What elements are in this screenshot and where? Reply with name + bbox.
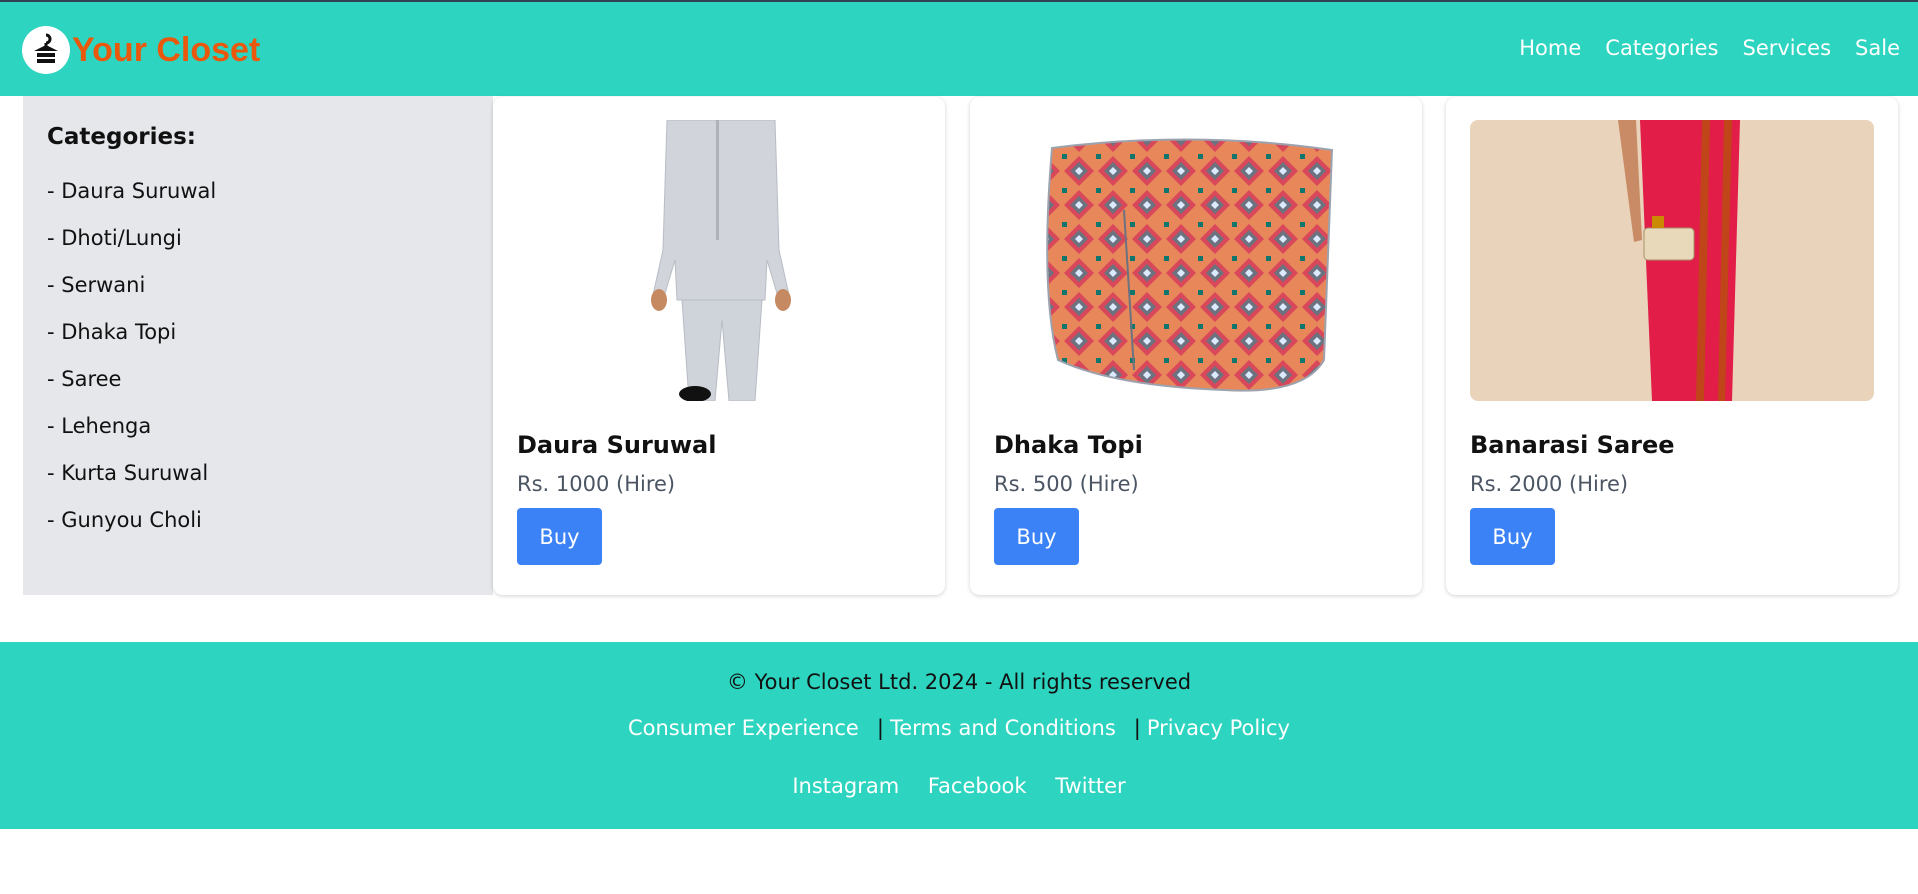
copyright-text: © Your Closet Ltd. 2024 - All rights res…: [726, 670, 1192, 694]
nav-services[interactable]: Services: [1742, 36, 1831, 60]
nav-home[interactable]: Home: [1519, 36, 1581, 60]
buy-button[interactable]: Buy: [517, 508, 602, 565]
product-name[interactable]: Dhaka Topi: [994, 431, 1398, 459]
hanger-logo-icon: [22, 26, 70, 74]
categories-sidebar: Categories: - Daura Suruwal - Dhoti/Lung…: [23, 96, 493, 595]
category-list: - Daura Suruwal - Dhoti/Lungi - Serwani …: [47, 168, 469, 544]
daura-suruwal-image: [517, 120, 921, 401]
product-price: Rs. 2000 (Hire): [1470, 472, 1629, 496]
banarasi-saree-image: [1470, 120, 1874, 401]
category-item-saree[interactable]: - Saree: [47, 356, 469, 403]
instagram-link[interactable]: Instagram: [792, 774, 899, 798]
category-item-lehenga[interactable]: - Lehenga: [47, 403, 469, 450]
privacy-policy-link[interactable]: Privacy Policy: [1147, 716, 1290, 740]
product-card: Banarasi Saree Rs. 2000 (Hire) Buy: [1446, 97, 1898, 595]
category-item-daura-suruwal[interactable]: - Daura Suruwal: [47, 168, 469, 215]
brand-name: Your Closet: [72, 30, 261, 69]
product-card: Daura Suruwal Rs. 1000 (Hire) Buy: [493, 97, 945, 595]
social-links: Instagram Facebook Twitter: [0, 774, 1918, 798]
category-item-dhaka-topi[interactable]: - Dhaka Topi: [47, 309, 469, 356]
buy-button[interactable]: Buy: [1470, 508, 1555, 565]
sidebar-title: Categories:: [47, 124, 196, 150]
separator: |: [1133, 716, 1141, 740]
buy-button[interactable]: Buy: [994, 508, 1079, 565]
nav-categories[interactable]: Categories: [1605, 36, 1718, 60]
category-item-kurta-suruwal[interactable]: - Kurta Suruwal: [47, 450, 469, 497]
category-item-serwani[interactable]: - Serwani: [47, 262, 469, 309]
twitter-link[interactable]: Twitter: [1055, 774, 1125, 798]
category-item-gunyou-choli[interactable]: - Gunyou Choli: [47, 497, 469, 544]
nav-sale[interactable]: Sale: [1855, 36, 1900, 60]
dhaka-topi-image: [994, 120, 1398, 401]
category-item-dhoti-lungi[interactable]: - Dhoti/Lungi: [47, 215, 469, 262]
separator: |: [876, 716, 884, 740]
product-price: Rs. 500 (Hire): [994, 472, 1139, 496]
brand[interactable]: Your Closet: [22, 26, 260, 74]
consumer-experience-link[interactable]: Consumer Experience: [628, 716, 859, 740]
footer: © Your Closet Ltd. 2024 - All rights res…: [0, 642, 1918, 829]
product-card: Dhaka Topi Rs. 500 (Hire) Buy: [970, 97, 1422, 595]
terms-link[interactable]: Terms and Conditions: [890, 716, 1116, 740]
legal-links: Consumer Experience | Terms and Conditions…: [0, 716, 1918, 740]
product-name[interactable]: Daura Suruwal: [517, 431, 921, 459]
main-nav: Home Categories Services Sale: [1519, 36, 1900, 60]
product-name[interactable]: Banarasi Saree: [1470, 431, 1874, 459]
facebook-link[interactable]: Facebook: [928, 774, 1027, 798]
product-price: Rs. 1000 (Hire): [517, 472, 676, 496]
top-navbar: Your Closet Home Categories Services Sal…: [0, 0, 1918, 96]
